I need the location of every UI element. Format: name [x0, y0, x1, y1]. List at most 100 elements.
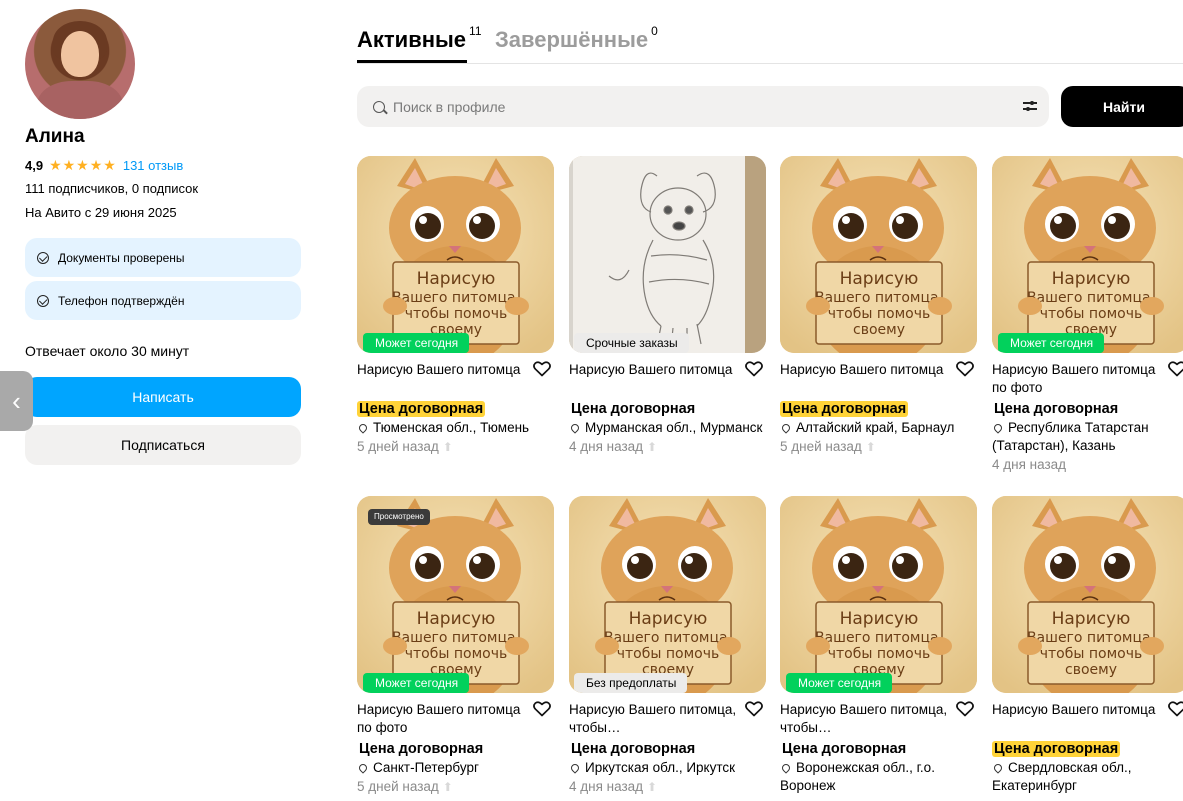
tab-label: Активные — [357, 27, 467, 52]
price-text: Цена договорная — [994, 401, 1119, 417]
listing-image[interactable]: Нарисую Вашего питомца, чтобы помочь сво… — [357, 156, 554, 353]
collapse-sidebar-button[interactable]: ‹ — [0, 371, 33, 431]
location-text: Мурманская обл., Мурманск — [585, 420, 763, 435]
chevron-left-icon: ‹ — [12, 385, 21, 416]
listing-price: Цена договорная — [569, 740, 766, 759]
search-input[interactable] — [393, 98, 993, 115]
location-pin-icon — [569, 422, 581, 434]
price-text: Цена договорная — [571, 401, 696, 417]
listing-price: Цена договорная — [992, 400, 1183, 419]
listing-date: 4 дня назад ⬆ — [569, 438, 766, 456]
avatar[interactable] — [25, 9, 135, 119]
listing-image[interactable]: Нарисую Вашего питомца, чтобы помочь сво… — [569, 496, 766, 693]
date-text: 4 дня назад — [569, 439, 644, 454]
poster-text: Вашего питомца, — [392, 630, 520, 646]
tab-label: Завершённые — [495, 27, 649, 52]
location-text: Иркутская обл., Иркутск — [585, 760, 736, 775]
phone-verified-badge: Телефон подтверждён — [25, 281, 301, 320]
location-pin-icon — [569, 762, 581, 774]
find-button[interactable]: Найти — [1061, 86, 1183, 127]
listing-chip: Может сегодня — [786, 673, 893, 693]
favorite-heart-icon[interactable] — [956, 361, 974, 377]
write-button[interactable]: Написать — [25, 377, 301, 417]
listing-image[interactable]: Срочные заказы — [569, 156, 766, 353]
tab-count: 0 — [651, 24, 658, 38]
listing-card[interactable]: Нарисую Вашего питомца, чтобы помочь сво… — [357, 156, 554, 456]
favorite-heart-icon[interactable] — [533, 701, 551, 717]
listing-title[interactable]: Нарисую Вашего питомца — [992, 701, 1183, 737]
listing-card[interactable]: Нарисую Вашего питомца, чтобы помочь сво… — [569, 496, 766, 796]
favorite-heart-icon[interactable] — [533, 361, 551, 377]
listing-tabs: Активные 11 Завершённые 0 — [357, 22, 1183, 64]
location-text: Алтайский край, Барнаул — [796, 420, 955, 435]
listing-card[interactable]: Нарисую Вашего питомца, чтобы помочь сво… — [992, 156, 1183, 474]
listing-price: Цена договорная — [992, 740, 1183, 759]
listing-chip: Может сегодня — [998, 333, 1105, 353]
poster-text: Нарисую — [840, 609, 919, 629]
check-circle-icon — [37, 251, 49, 264]
poster-text: Нарисую — [629, 609, 708, 629]
subscribe-button[interactable]: Подписаться — [25, 425, 301, 465]
listing-title[interactable]: Нарисую Вашего питомца по фото — [992, 361, 1183, 397]
poster-text: Вашего питомца, — [392, 290, 520, 306]
price-text: Цена договорная — [571, 741, 696, 757]
location-pin-icon — [780, 422, 792, 434]
listing-location: Тюменская обл., Тюмень — [357, 419, 554, 437]
listing-image[interactable]: Нарисую Вашего питомца, чтобы помочь сво… — [780, 156, 977, 353]
listing-location: Республика Татарстан (Татарстан), Казань — [992, 419, 1183, 455]
listing-card[interactable]: Нарисую Вашего питомца, чтобы помочь сво… — [992, 496, 1183, 795]
star-icons: ★★★★★ — [49, 157, 117, 173]
favorite-heart-icon[interactable] — [745, 361, 763, 377]
filters-icon[interactable] — [1023, 99, 1037, 113]
poster-text: Вашего питомца, — [1027, 630, 1155, 646]
listing-title[interactable]: Нарисую Вашего питомца — [780, 361, 977, 397]
listing-card[interactable]: Нарисую Вашего питомца, чтобы помочь сво… — [780, 156, 977, 456]
listing-title[interactable]: Нарисую Вашего питомца по фото — [357, 701, 554, 737]
listing-chip: Может сегодня — [363, 333, 470, 353]
listing-title[interactable]: Нарисую Вашего питомца, чтобы… — [780, 701, 977, 737]
location-text: Свердловская обл., Екатеринбург — [992, 760, 1132, 793]
listing-date: 4 дня назад — [992, 456, 1183, 474]
location-text: Санкт-Петербург — [373, 760, 479, 775]
favorite-heart-icon[interactable] — [745, 701, 763, 717]
date-text: 5 дней назад — [357, 439, 439, 454]
poster-text: чтобы помочь — [828, 646, 931, 662]
listing-title-text: Нарисую Вашего питомца — [357, 362, 521, 377]
listing-title[interactable]: Нарисую Вашего питомца — [569, 361, 766, 397]
listing-chip: Без предоплаты — [574, 673, 688, 693]
reviews-link[interactable]: 131 отзыв — [123, 158, 183, 173]
listing-chip: Срочные заказы — [574, 333, 689, 353]
listing-image[interactable]: Нарисую Вашего питомца, чтобы помочь сво… — [992, 496, 1183, 693]
listing-title-text: Нарисую Вашего питомца по фото — [992, 362, 1156, 395]
favorite-heart-icon[interactable] — [1168, 701, 1183, 717]
poster-text: чтобы помочь — [828, 306, 931, 322]
listing-location: Свердловская обл., Екатеринбург — [992, 759, 1183, 795]
listing-card[interactable]: Срочные заказы Нарисую Вашего питомца Цена… — [569, 156, 766, 456]
listing-image[interactable]: Нарисую Вашего питомца, чтобы помочь сво… — [357, 496, 554, 693]
listing-title[interactable]: Нарисую Вашего питомца, чтобы… — [569, 701, 766, 737]
date-text: 4 дня назад — [569, 779, 644, 794]
followers-count[interactable]: 111 подписчиков, 0 подписок — [25, 181, 198, 196]
poster-text: чтобы помочь — [405, 646, 508, 662]
listing-location: Санкт-Петербург — [357, 759, 554, 777]
listing-title-text: Нарисую Вашего питомца по фото — [357, 702, 521, 735]
listing-title-text: Нарисую Вашего питомца — [569, 362, 733, 377]
tab-completed[interactable]: Завершённые 0 — [495, 24, 658, 53]
tab-active[interactable]: Активные 11 — [357, 24, 482, 53]
search-icon — [373, 100, 385, 113]
listing-image[interactable]: Нарисую Вашего питомца, чтобы помочь сво… — [780, 496, 977, 693]
location-pin-icon — [992, 762, 1004, 774]
listing-price: Цена договорная — [357, 740, 554, 759]
listing-title[interactable]: Нарисую Вашего питомца — [357, 361, 554, 397]
listing-title-text: Нарисую Вашего питомца, чтобы… — [569, 702, 737, 735]
listing-card[interactable]: Нарисую Вашего питомца, чтобы помочь сво… — [357, 496, 554, 796]
raised-arrow-icon: ⬆ — [647, 440, 658, 454]
favorite-heart-icon[interactable] — [956, 701, 974, 717]
favorite-heart-icon[interactable] — [1168, 361, 1183, 377]
poster-text: Нарисую — [840, 269, 919, 289]
listing-card[interactable]: Нарисую Вашего питомца, чтобы помочь сво… — [780, 496, 977, 795]
listing-image[interactable]: Нарисую Вашего питомца, чтобы помочь сво… — [992, 156, 1183, 353]
poster-text: Вашего питомца, — [815, 290, 943, 306]
profile-search — [357, 86, 1049, 127]
raised-arrow-icon: ⬆ — [442, 440, 453, 454]
